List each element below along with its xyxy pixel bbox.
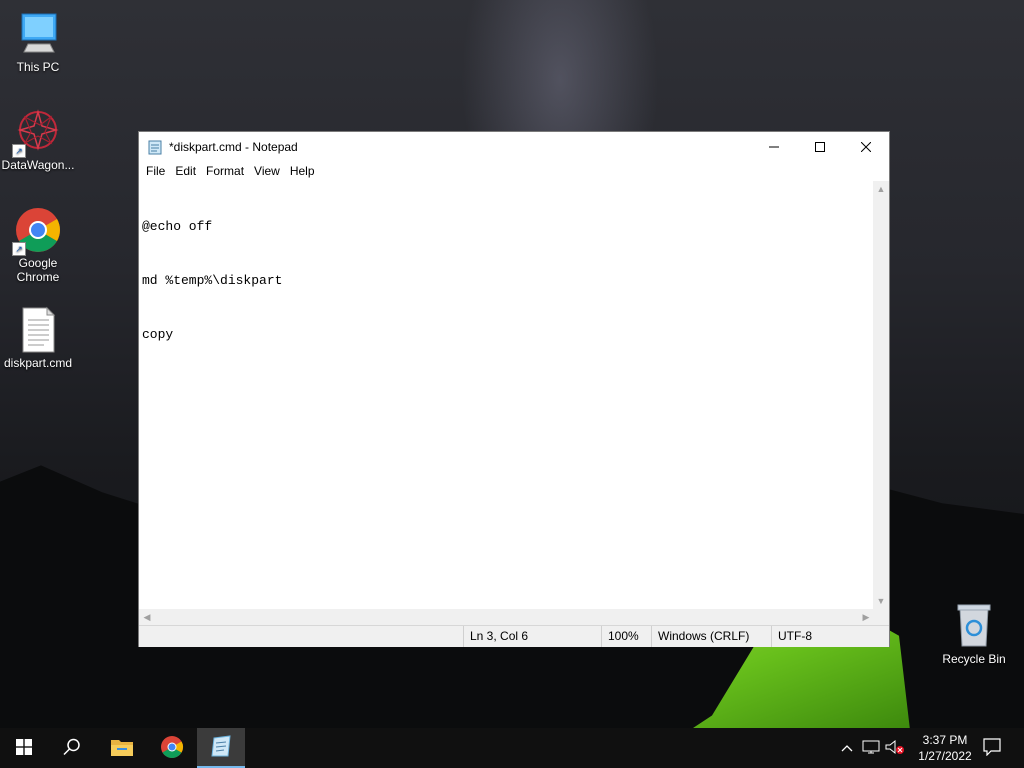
- shortcut-arrow-icon: ↗: [12, 144, 26, 158]
- shortcut-arrow-icon: ↗: [12, 242, 26, 256]
- clock-time: 3:37 PM: [922, 733, 968, 747]
- close-icon: [860, 139, 872, 155]
- desktop-icon-this-pc[interactable]: This PC: [0, 10, 76, 74]
- start-button[interactable]: [0, 728, 48, 768]
- close-button[interactable]: [843, 132, 889, 161]
- menu-edit[interactable]: Edit: [170, 164, 201, 178]
- action-center-button[interactable]: [976, 728, 1008, 768]
- taskbar-file-explorer[interactable]: [98, 728, 146, 768]
- start-icon: [16, 738, 32, 758]
- notepad-icon: [209, 734, 233, 761]
- search-icon: [63, 738, 81, 759]
- taskbar-clock[interactable]: 3:37 PM 1/27/2022: [910, 732, 980, 764]
- desktop-icon-label-line1: Google: [18, 256, 58, 270]
- network-icon: [862, 739, 880, 758]
- chrome-icon: ↗: [12, 206, 62, 256]
- desktop-icon-datawagon[interactable]: ↗ DataWagon...: [0, 108, 76, 172]
- minimize-icon: [769, 139, 779, 155]
- window-title: *diskpart.cmd - Notepad: [169, 139, 298, 154]
- minimize-button[interactable]: [751, 132, 797, 161]
- taskbar: 3:37 PM 1/27/2022: [0, 728, 1024, 768]
- taskbar-chrome[interactable]: [148, 728, 196, 768]
- maximize-icon: [815, 139, 825, 155]
- vertical-scrollbar[interactable]: ▲ ▼: [873, 181, 889, 609]
- file-explorer-icon: [110, 737, 134, 760]
- status-encoding: UTF-8: [771, 626, 889, 647]
- scroll-right-icon[interactable]: ▶: [858, 609, 874, 625]
- status-bar: Ln 3, Col 6 100% Windows (CRLF) UTF-8: [139, 625, 889, 647]
- notepad-icon: [147, 139, 163, 155]
- volume-button[interactable]: [884, 728, 906, 768]
- desktop-icon-google-chrome[interactable]: ↗ Google Chrome: [0, 206, 76, 284]
- chrome-icon: [160, 735, 184, 762]
- search-button[interactable]: [48, 728, 96, 768]
- desktop-icon-label: This PC: [16, 60, 60, 74]
- scroll-down-icon[interactable]: ▼: [873, 593, 889, 609]
- menu-format[interactable]: Format: [201, 164, 249, 178]
- desktop-icon-diskpart-cmd[interactable]: diskpart.cmd: [0, 306, 76, 370]
- menu-view[interactable]: View: [249, 164, 285, 178]
- datawagon-icon: ↗: [12, 108, 62, 158]
- desktop-icon-label: diskpart.cmd: [3, 356, 73, 370]
- desktop-icon-label: Recycle Bin: [942, 652, 1006, 666]
- status-line-endings: Windows (CRLF): [651, 626, 771, 647]
- desktop-icon-label: DataWagon...: [1, 158, 75, 172]
- show-hidden-icons-button[interactable]: [838, 728, 856, 768]
- menu-help[interactable]: Help: [285, 164, 320, 178]
- status-zoom: 100%: [601, 626, 651, 647]
- text-file-icon: [14, 306, 62, 354]
- chevron-up-icon: [841, 741, 853, 755]
- horizontal-scrollbar[interactable]: ◀ ▶: [139, 609, 874, 625]
- computer-icon: [14, 10, 62, 58]
- title-bar[interactable]: *diskpart.cmd - Notepad: [139, 132, 889, 161]
- menu-file[interactable]: File: [141, 164, 170, 178]
- clock-date: 1/27/2022: [918, 749, 972, 763]
- menu-bar: File Edit Format View Help: [139, 161, 889, 181]
- taskbar-notepad[interactable]: [197, 728, 245, 768]
- notification-icon: [983, 737, 1001, 759]
- volume-muted-icon: [885, 739, 905, 758]
- network-button[interactable]: [860, 728, 882, 768]
- text-editor[interactable]: @echo off md %temp%\diskpart copy: [139, 181, 874, 609]
- editor-line: md %temp%\diskpart: [142, 273, 283, 288]
- maximize-button[interactable]: [797, 132, 843, 161]
- notepad-window[interactable]: *diskpart.cmd - Notepad File Edit Format: [138, 131, 890, 647]
- editor-line: copy: [142, 327, 174, 342]
- desktop-icon-label-line2: Chrome: [16, 270, 60, 284]
- scroll-up-icon[interactable]: ▲: [873, 181, 889, 197]
- scroll-left-icon[interactable]: ◀: [139, 609, 155, 625]
- desktop-icon-recycle-bin[interactable]: Recycle Bin: [936, 602, 1012, 666]
- recycle-bin-icon: [950, 602, 998, 650]
- scrollbar-corner: [873, 609, 889, 625]
- status-position: Ln 3, Col 6: [463, 626, 601, 647]
- editor-line: @echo off: [142, 219, 213, 234]
